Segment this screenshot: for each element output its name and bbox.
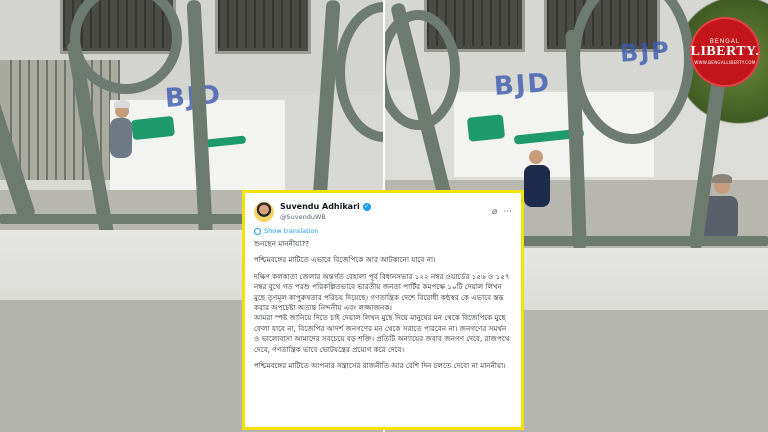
tweet-paragraph: পশ্চিমবঙ্গের মাটিতে আপনার সন্ত্রাসের রাজ… — [254, 361, 506, 371]
bengal-liberty-logo: BENGAL LIBERTY. WWW.BENGALLIBERTY.COM — [690, 17, 760, 87]
tweet-paragraph: আমরা স্পষ্ট জানিয়ে দিতে চাই দেয়াল লিখন… — [254, 313, 510, 354]
grok-icon[interactable]: ⌀ — [492, 207, 497, 217]
more-options-icon[interactable]: ··· — [503, 207, 512, 217]
globe-icon — [254, 227, 261, 235]
show-translation-label: Show translation — [264, 227, 319, 235]
tweet-header: Suvendu Adhikari ✓ @SuvenduWB ⌀ ··· — [254, 199, 512, 225]
graffiti-letters: BJD — [493, 68, 553, 102]
logo-main-text: LIBERTY. — [690, 44, 760, 59]
tweet-paragraph: দক্ষিণ কলকাতা জেলার অন্তর্গত বেহালা পূর্… — [254, 271, 510, 313]
tweet-card: Suvendu Adhikari ✓ @SuvenduWB ⌀ ··· Show… — [242, 190, 524, 430]
author-handle[interactable]: @SuvenduWB — [280, 212, 371, 222]
verified-badge-icon: ✓ — [362, 203, 371, 211]
tweet-paragraph: পশ্চিমবঙ্গের মাটিতে এভাবে বিজেপিকে আর আট… — [254, 255, 436, 265]
logo-sub-text: WWW.BENGALLIBERTY.COM — [694, 60, 756, 65]
tweet-body: শুনছেন মাননীয়া?? পশ্চিমবঙ্গের মাটিতে এভ… — [254, 239, 512, 371]
show-translation-link[interactable]: Show translation — [254, 227, 512, 235]
avatar[interactable] — [254, 202, 274, 222]
tweet-paragraph: শুনছেন মাননীয়া?? — [254, 239, 309, 248]
author-name[interactable]: Suvendu Adhikari — [280, 202, 360, 212]
graffiti-patch — [466, 114, 506, 142]
